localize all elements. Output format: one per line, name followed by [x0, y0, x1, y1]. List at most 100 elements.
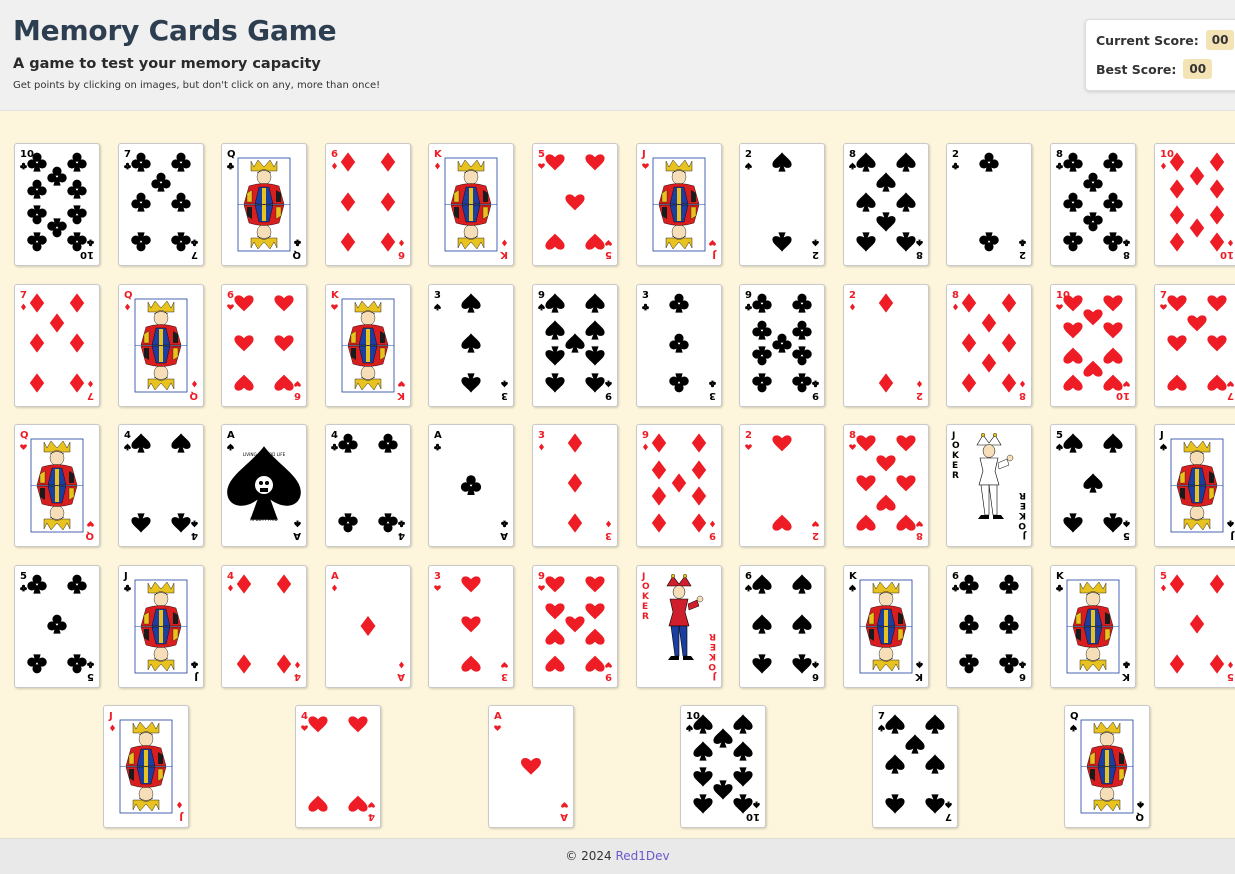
card-a-of-spades[interactable]: A A LIVING A GOOD LIFE IS DUTY PAID — [221, 424, 308, 547]
heart-pip-icon — [585, 575, 605, 592]
card-5-of-hearts[interactable]: 55 — [532, 143, 618, 266]
card-rank-top: 9 — [745, 290, 752, 301]
card-2-of-spades[interactable]: 22 — [739, 143, 826, 266]
card-rank-top: 9 — [642, 430, 649, 441]
card-4-of-spades[interactable]: 44 — [117, 424, 204, 547]
card-a-of-hearts[interactable]: AA — [488, 705, 574, 828]
card-2-of-diamonds[interactable]: 22 — [842, 283, 929, 407]
author-link[interactable]: Red1Dev — [616, 849, 670, 863]
card-3-of-spades[interactable]: 33 — [428, 283, 515, 407]
diamond-pip-icon — [1160, 584, 1166, 591]
card-j-of-hearts[interactable]: JJ — [635, 143, 722, 266]
heart-pip-icon — [585, 602, 605, 619]
card-k-of-spades[interactable]: KK — [842, 564, 929, 688]
diamond-pip-icon — [962, 332, 977, 353]
card-4-of-diamonds[interactable]: 44 — [221, 564, 308, 688]
card-rank-top: 3 — [538, 430, 545, 441]
club-pip-icon — [150, 172, 171, 192]
card-6-of-hearts[interactable]: 66 — [221, 283, 308, 407]
card-j-of-spades[interactable]: JJ — [1153, 424, 1235, 547]
card-5-of-diamonds[interactable]: 55 — [1153, 564, 1235, 688]
card-7-of-clubs[interactable]: 77 — [117, 143, 204, 266]
card-5-of-spades[interactable]: 55 — [1050, 424, 1136, 547]
card-5-of-clubs[interactable]: 55 — [14, 564, 100, 688]
card-8-of-diamonds[interactable]: 88 — [946, 283, 1033, 407]
diamond-pip-icon — [360, 615, 376, 636]
card-6-of-clubs[interactable]: 66 — [946, 564, 1033, 688]
diamond-pip-icon — [191, 380, 197, 387]
club-pip-icon — [27, 205, 47, 225]
club-pip-icon — [1103, 192, 1123, 212]
card-rank-top: 4 — [124, 430, 131, 441]
diamond-pip-icon — [20, 303, 27, 310]
card-j-of-clubs[interactable]: JJ — [117, 564, 204, 688]
card-face: JJ — [108, 711, 184, 822]
club-pip-icon — [959, 574, 980, 594]
card-9-of-spades[interactable]: 99 — [532, 283, 618, 407]
club-pip-icon — [979, 152, 1000, 172]
diamond-pip-icon — [331, 584, 337, 591]
heart-pip-icon — [1063, 294, 1083, 311]
spade-pip-icon — [733, 741, 753, 761]
card-2-of-hearts[interactable]: 22 — [739, 424, 826, 547]
card-8-of-clubs[interactable]: 88 — [1050, 143, 1136, 266]
heart-pip-icon — [896, 475, 916, 492]
spade-pip-icon — [753, 801, 760, 809]
card-rank-bottom: 7 — [945, 811, 952, 822]
card-7-of-spades[interactable]: 77 — [872, 705, 958, 828]
court-figure-icon — [30, 438, 84, 533]
card-rank-bottom: 6 — [398, 249, 405, 260]
card-k-of-hearts[interactable]: KK — [324, 283, 411, 407]
card-joker-black[interactable]: JOKERJOKER — [946, 424, 1033, 547]
card-q-of-clubs[interactable]: QQ — [221, 143, 308, 266]
card-j-of-diamonds[interactable]: JJ — [103, 705, 189, 828]
card-8-of-spades[interactable]: 88 — [842, 143, 929, 266]
card-q-of-spades[interactable]: QQ — [1064, 705, 1150, 828]
card-q-of-hearts[interactable]: QQ — [14, 424, 100, 547]
diamond-pip-icon — [236, 573, 252, 594]
card-6-of-diamonds[interactable]: 66 — [324, 143, 411, 266]
card-rank-bottom: 8 — [916, 249, 923, 260]
card-9-of-hearts[interactable]: 99 — [532, 564, 618, 688]
card-rank-top: 9 — [538, 571, 545, 582]
card-k-of-diamonds[interactable]: KK — [428, 143, 515, 266]
diamond-pip-icon — [567, 433, 583, 453]
card-3-of-hearts[interactable]: 33 — [428, 564, 515, 688]
card-7-of-hearts[interactable]: 77 — [1153, 283, 1235, 407]
card-3-of-diamonds[interactable]: 33 — [532, 424, 618, 547]
card-9-of-diamonds[interactable]: 99 — [635, 424, 722, 547]
club-pip-icon — [752, 345, 772, 365]
club-pip-icon — [87, 661, 94, 668]
card-10-of-hearts[interactable]: 10 10 — [1050, 283, 1136, 407]
card-9-of-clubs[interactable]: 99 — [739, 283, 826, 407]
card-10-of-clubs[interactable]: 10 10 — [14, 143, 100, 266]
card-rank-top: J — [123, 571, 128, 582]
card-10-of-spades[interactable]: 10 10 — [680, 705, 766, 828]
card-4-of-hearts[interactable]: 44 — [295, 705, 381, 828]
card-rank-top: 8 — [952, 290, 959, 301]
card-q-of-diamonds[interactable]: QQ — [117, 283, 204, 407]
heart-pip-icon — [1166, 334, 1187, 351]
card-joker-red[interactable]: JOKERJOKER — [635, 564, 722, 688]
diamond-pip-icon — [1189, 166, 1204, 186]
card-6-of-spades[interactable]: 66 — [739, 564, 826, 688]
card-2-of-clubs[interactable]: 22 — [946, 143, 1033, 266]
card-rank-bottom: 8 — [916, 530, 923, 541]
card-k-of-clubs[interactable]: KK — [1050, 564, 1136, 688]
card-rank-bottom: A — [293, 530, 301, 541]
diamond-pip-icon — [295, 661, 301, 668]
card-7-of-diamonds[interactable]: 77 — [14, 283, 100, 407]
card-board: 10 10 7 7 Q Q 6 6 K K 5 5 J J 2 2 8 8 2 2 8 8 10 10 7 7 Q Q 6 6 K K 3 3 9 9… — [0, 111, 1235, 838]
diamond-pip-icon — [1169, 573, 1184, 594]
card-10-of-diamonds[interactable]: 10 10 — [1153, 143, 1235, 266]
card-3-of-clubs[interactable]: 33 — [635, 283, 722, 407]
card-8-of-hearts[interactable]: 88 — [842, 424, 929, 547]
card-a-of-clubs[interactable]: AA — [428, 424, 515, 547]
card-a-of-diamonds[interactable]: AA — [324, 564, 411, 688]
club-pip-icon — [1056, 584, 1063, 591]
card-rank-bottom: K — [1121, 671, 1130, 682]
heart-pip-icon — [521, 758, 541, 775]
card-4-of-clubs[interactable]: 44 — [324, 424, 411, 547]
spade-pip-icon — [905, 734, 925, 754]
heart-pip-icon — [294, 380, 302, 387]
